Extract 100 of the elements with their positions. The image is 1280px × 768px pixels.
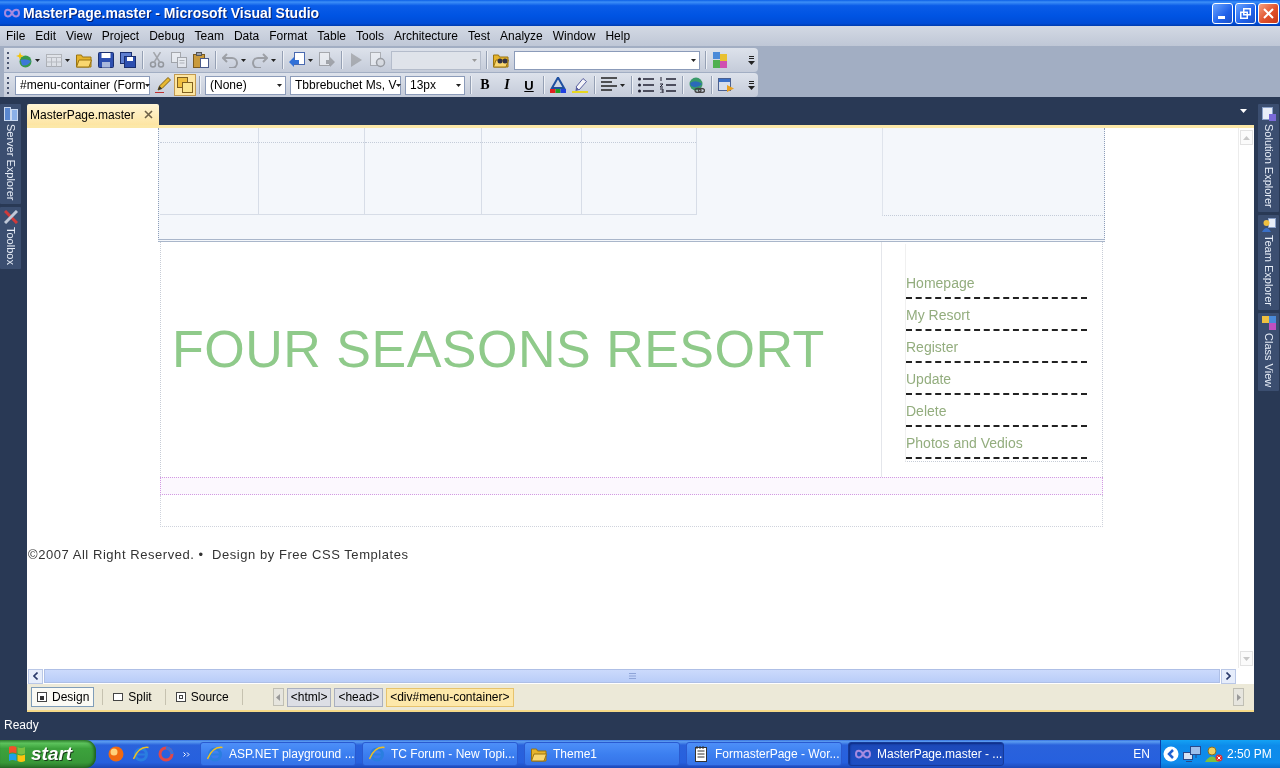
people-page-icon (1261, 217, 1276, 232)
taskbar-button[interactable]: MasterPage.master - ... (848, 742, 1004, 766)
view-tab[interactable]: Design (31, 687, 95, 707)
view-tab[interactable]: Source (169, 687, 234, 707)
chevron-left-icon[interactable] (1163, 746, 1179, 762)
marker-pen-icon (572, 77, 588, 93)
taskbar-button[interactable]: Theme1 (524, 742, 680, 766)
tag-path-item[interactable]: <div#menu-container> (386, 687, 514, 707)
clipboard-icon (193, 52, 209, 68)
menu-item[interactable]: Edit (30, 26, 62, 46)
tag-path-item[interactable]: <html> (286, 687, 332, 707)
menu-item[interactable]: Test (463, 26, 496, 46)
numbered-list-icon (660, 77, 676, 93)
banner-title: FOUR SEASONS RESORT (172, 319, 826, 380)
menu-item[interactable]: Tools (350, 26, 389, 46)
e-browser-icon[interactable] (133, 746, 149, 762)
right-chevron-icon (1226, 672, 1231, 680)
taskbar-button[interactable]: ASP.NET playground ... (200, 742, 356, 766)
footer-text: ©2007 All Right Reserved. • Design by Free CSS Templates (28, 547, 410, 562)
pencil-icon (155, 77, 171, 93)
right-arrow-icon (1236, 693, 1241, 701)
server-stack-icon (3, 107, 18, 121)
menu-item[interactable]: Format (264, 26, 313, 46)
clock-text: 2:50 PM (1227, 746, 1272, 763)
grip-lines-icon (628, 673, 636, 679)
minimize-icon (1218, 15, 1225, 19)
stacked-floppy-icon (120, 52, 136, 68)
restore-button[interactable] (1235, 2, 1256, 24)
italic-button[interactable]: I (496, 74, 518, 96)
menu-item[interactable]: Team (189, 26, 229, 46)
menu-item[interactable]: Debug (144, 26, 190, 46)
scissors-icon (149, 52, 165, 68)
selector-combo[interactable]: #menu-container (Form (15, 75, 150, 95)
page-arrow-icon (289, 52, 305, 68)
messenger-icon[interactable] (1205, 746, 1223, 762)
colored-blocks-icon (712, 52, 728, 68)
copy-pages-icon (171, 52, 187, 68)
globe-sparkle-icon (16, 52, 32, 68)
language-indicator[interactable]: EN (1133, 745, 1150, 763)
bold-button[interactable]: B (474, 74, 496, 96)
menu-item[interactable]: Table (312, 26, 351, 46)
notepad-icon (693, 746, 709, 762)
overlapping-squares-button[interactable] (174, 74, 196, 96)
menu-item[interactable]: Data (228, 26, 265, 46)
menu-item[interactable]: View (61, 26, 97, 46)
floppy-disk-button[interactable] (95, 49, 117, 71)
text-color-button[interactable] (547, 74, 569, 96)
dock-tab[interactable]: Toolbox (0, 207, 21, 270)
window-title: MasterPage.master - Microsoft Visual Studio (23, 3, 320, 23)
network-computers-icon[interactable] (1183, 746, 1201, 762)
menu-item[interactable]: Analyze (495, 26, 548, 46)
minimize-button[interactable] (1212, 2, 1233, 24)
globe-link-icon (689, 77, 705, 93)
underline-button[interactable]: U (518, 74, 540, 96)
menu-item[interactable]: Help (600, 26, 636, 46)
status-text: Ready (4, 717, 39, 734)
windows-flag-icon (8, 745, 26, 763)
close-button[interactable] (1258, 2, 1279, 24)
caret-icon (35, 58, 40, 62)
view-tab[interactable]: Split (107, 687, 157, 707)
numbered-list-button[interactable] (657, 74, 679, 96)
horizontal-scroll-thumb[interactable] (44, 669, 1220, 683)
taskbar-button[interactable]: FormasterPage - Wor... (686, 742, 842, 766)
dock-tab[interactable]: Server Explorer (0, 104, 21, 205)
page-magnifier-icon (370, 52, 386, 68)
code-square-icon (175, 692, 186, 702)
double-chevron-icon[interactable] (183, 751, 190, 757)
window-grid-icon (46, 52, 62, 68)
caret-icon (456, 83, 461, 87)
font-name-combo[interactable]: Tbbrebuchet Ms, V (290, 75, 401, 95)
menu-item[interactable]: Window (547, 26, 601, 46)
toolbar-overflow-icon[interactable] (748, 80, 755, 90)
grip-handle-icon[interactable] (7, 51, 9, 69)
colored-blocks-icon (1261, 315, 1276, 330)
close-icon[interactable] (143, 110, 153, 119)
dock-tab[interactable]: Team Explorer (1258, 214, 1279, 310)
grip-handle-icon[interactable] (7, 76, 9, 94)
dock-tab[interactable]: Solution Explorer (1258, 104, 1279, 212)
scroll-left-button[interactable] (28, 668, 43, 684)
pencil-button[interactable] (152, 74, 174, 96)
toolbar-overflow-icon[interactable] (748, 55, 755, 65)
stacked-floppy-button[interactable] (117, 49, 139, 71)
document-tab[interactable]: MasterPage.master (27, 104, 159, 125)
scroll-right-button[interactable] (1221, 668, 1236, 684)
taskbar-button[interactable]: TC Forum - New Topi... (362, 742, 518, 766)
block-format-combo[interactable]: (None) (205, 75, 286, 95)
glossy-sphere-icon[interactable] (108, 746, 124, 762)
caret-icon (691, 58, 696, 62)
page-forward-icon (319, 52, 335, 68)
play-icon (348, 52, 364, 68)
clipboard-button[interactable] (190, 49, 212, 71)
dock-tab[interactable]: Class View (1258, 312, 1279, 391)
caret-icon[interactable] (1240, 109, 1247, 113)
menu-item[interactable]: File (1, 26, 31, 46)
overlapping-squares-icon (177, 77, 193, 93)
menu-item[interactable]: Architecture (389, 26, 463, 46)
solution-window-icon (1261, 107, 1276, 121)
tag-path-item[interactable]: <head> (334, 687, 384, 707)
menu-item[interactable]: Project (96, 26, 145, 46)
font-size-combo[interactable]: 13px (405, 75, 465, 95)
